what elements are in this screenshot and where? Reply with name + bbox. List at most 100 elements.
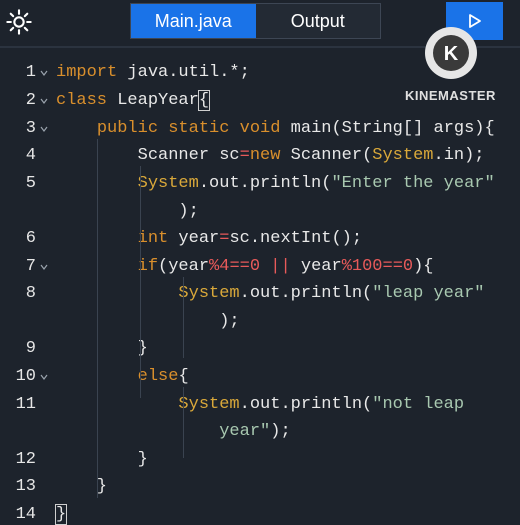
- fold-chevron-icon[interactable]: [40, 69, 48, 77]
- indent-guide: [183, 277, 184, 358]
- line-number: 8: [25, 284, 36, 303]
- code-token: 0: [249, 257, 261, 276]
- code-line: System.out.println("Enter the year": [56, 174, 495, 194]
- tab-output[interactable]: Output: [255, 4, 380, 38]
- code-token: .out.println(: [198, 174, 332, 193]
- indent-guide: [140, 166, 141, 398]
- file-tabs: Main.java Output: [130, 3, 381, 39]
- code-token: public: [96, 119, 159, 138]
- code-line: public static void main(String[] args){: [56, 119, 495, 139]
- line-number: 13: [15, 477, 36, 496]
- gear-icon[interactable]: [5, 8, 33, 36]
- code-line: year");: [56, 422, 291, 442]
- code-editor[interactable]: 1 import java.util.*; 2 class LeapYear{3 pu…: [0, 48, 520, 525]
- line-number: 5: [25, 174, 36, 193]
- code-line: );: [56, 202, 199, 222]
- code-token: }: [56, 477, 108, 496]
- code-token: 0: [402, 257, 414, 276]
- line-number: 9: [25, 339, 36, 358]
- fold-chevron-icon[interactable]: [40, 373, 48, 381]
- kinemaster-k-icon: K: [433, 35, 469, 71]
- code-token: (year: [158, 257, 210, 276]
- line-number: 3: [25, 119, 36, 138]
- code-token: class: [56, 91, 108, 110]
- fold-chevron-icon[interactable]: [40, 125, 48, 133]
- code-token: .in);: [433, 146, 485, 165]
- line-number: 14: [15, 505, 36, 524]
- code-token: year: [290, 257, 342, 276]
- code-token: .out.println(: [239, 284, 373, 303]
- code-token: System: [178, 284, 240, 303]
- line-number: 12: [15, 450, 36, 469]
- code-line: );: [56, 312, 240, 332]
- code-line: if(year%4==0 || year%100==0){: [56, 257, 434, 277]
- code-token: void: [239, 119, 281, 138]
- fold-chevron-icon[interactable]: [40, 97, 48, 105]
- code-token: else: [137, 367, 179, 386]
- code-token: System: [372, 146, 434, 165]
- code-token: ==: [229, 257, 250, 276]
- code-line: }: [56, 477, 107, 497]
- code-token: }: [54, 504, 68, 525]
- code-token: sc.nextInt();: [229, 229, 363, 248]
- code-token: .out.println(: [239, 395, 373, 414]
- code-token: }: [56, 450, 148, 469]
- code-token: %: [341, 257, 352, 276]
- code-token: new: [249, 146, 281, 165]
- code-token: Scanner sc: [56, 146, 240, 165]
- code-token: System: [178, 395, 240, 414]
- code-token: ||: [270, 257, 291, 276]
- code-line: Scanner sc=new Scanner(System.in);: [56, 146, 485, 166]
- code-line: System.out.println("leap year": [56, 284, 484, 304]
- code-token: );: [56, 202, 199, 221]
- code-line: else{: [56, 367, 189, 387]
- line-number: 4: [25, 146, 36, 165]
- code-token: "leap year": [372, 284, 485, 303]
- code-token: year": [219, 422, 271, 441]
- line-number: 10: [15, 367, 36, 386]
- code-token: year: [168, 229, 220, 248]
- code-token: int: [137, 229, 169, 248]
- line-number: 11: [15, 395, 36, 414]
- code-token: main(String[] args){: [280, 119, 495, 138]
- kinemaster-logo: K: [425, 27, 477, 79]
- code-token: java.util.*;: [117, 63, 250, 82]
- code-token: static: [168, 119, 230, 138]
- code-token: =: [219, 229, 230, 248]
- tab-main-java[interactable]: Main.java: [131, 4, 256, 38]
- code-line: import java.util.*;: [56, 63, 250, 83]
- code-token: %: [209, 257, 220, 276]
- code-token: "not leap: [372, 395, 465, 414]
- code-token: ==: [382, 257, 403, 276]
- code-line: int year=sc.nextInt();: [56, 229, 362, 249]
- code-line: }: [56, 450, 148, 470]
- code-token: }: [56, 339, 148, 358]
- code-token: LeapYear: [107, 91, 199, 110]
- code-token: "Enter the year": [331, 174, 495, 193]
- code-line: }: [54, 504, 68, 525]
- code-token: 100: [351, 257, 383, 276]
- line-number: 7: [25, 257, 36, 276]
- code-token: System: [137, 174, 199, 193]
- line-number: 1: [25, 63, 36, 82]
- logo-letter: K: [444, 43, 459, 65]
- code-token: Scanner(: [280, 146, 373, 165]
- code-token: );: [270, 422, 291, 441]
- code-token: {: [197, 90, 211, 111]
- code-token: );: [56, 312, 240, 331]
- line-number: 6: [25, 229, 36, 248]
- code-line: System.out.println("not leap: [56, 395, 464, 415]
- code-token: ){: [413, 257, 434, 276]
- indent-guide: [97, 139, 98, 498]
- code-line: class LeapYear{: [56, 90, 211, 111]
- line-number: 2: [25, 91, 36, 110]
- code-token: =: [239, 146, 250, 165]
- code-line: }: [56, 339, 148, 359]
- fold-chevron-icon[interactable]: [40, 263, 48, 271]
- play-icon: [468, 14, 481, 28]
